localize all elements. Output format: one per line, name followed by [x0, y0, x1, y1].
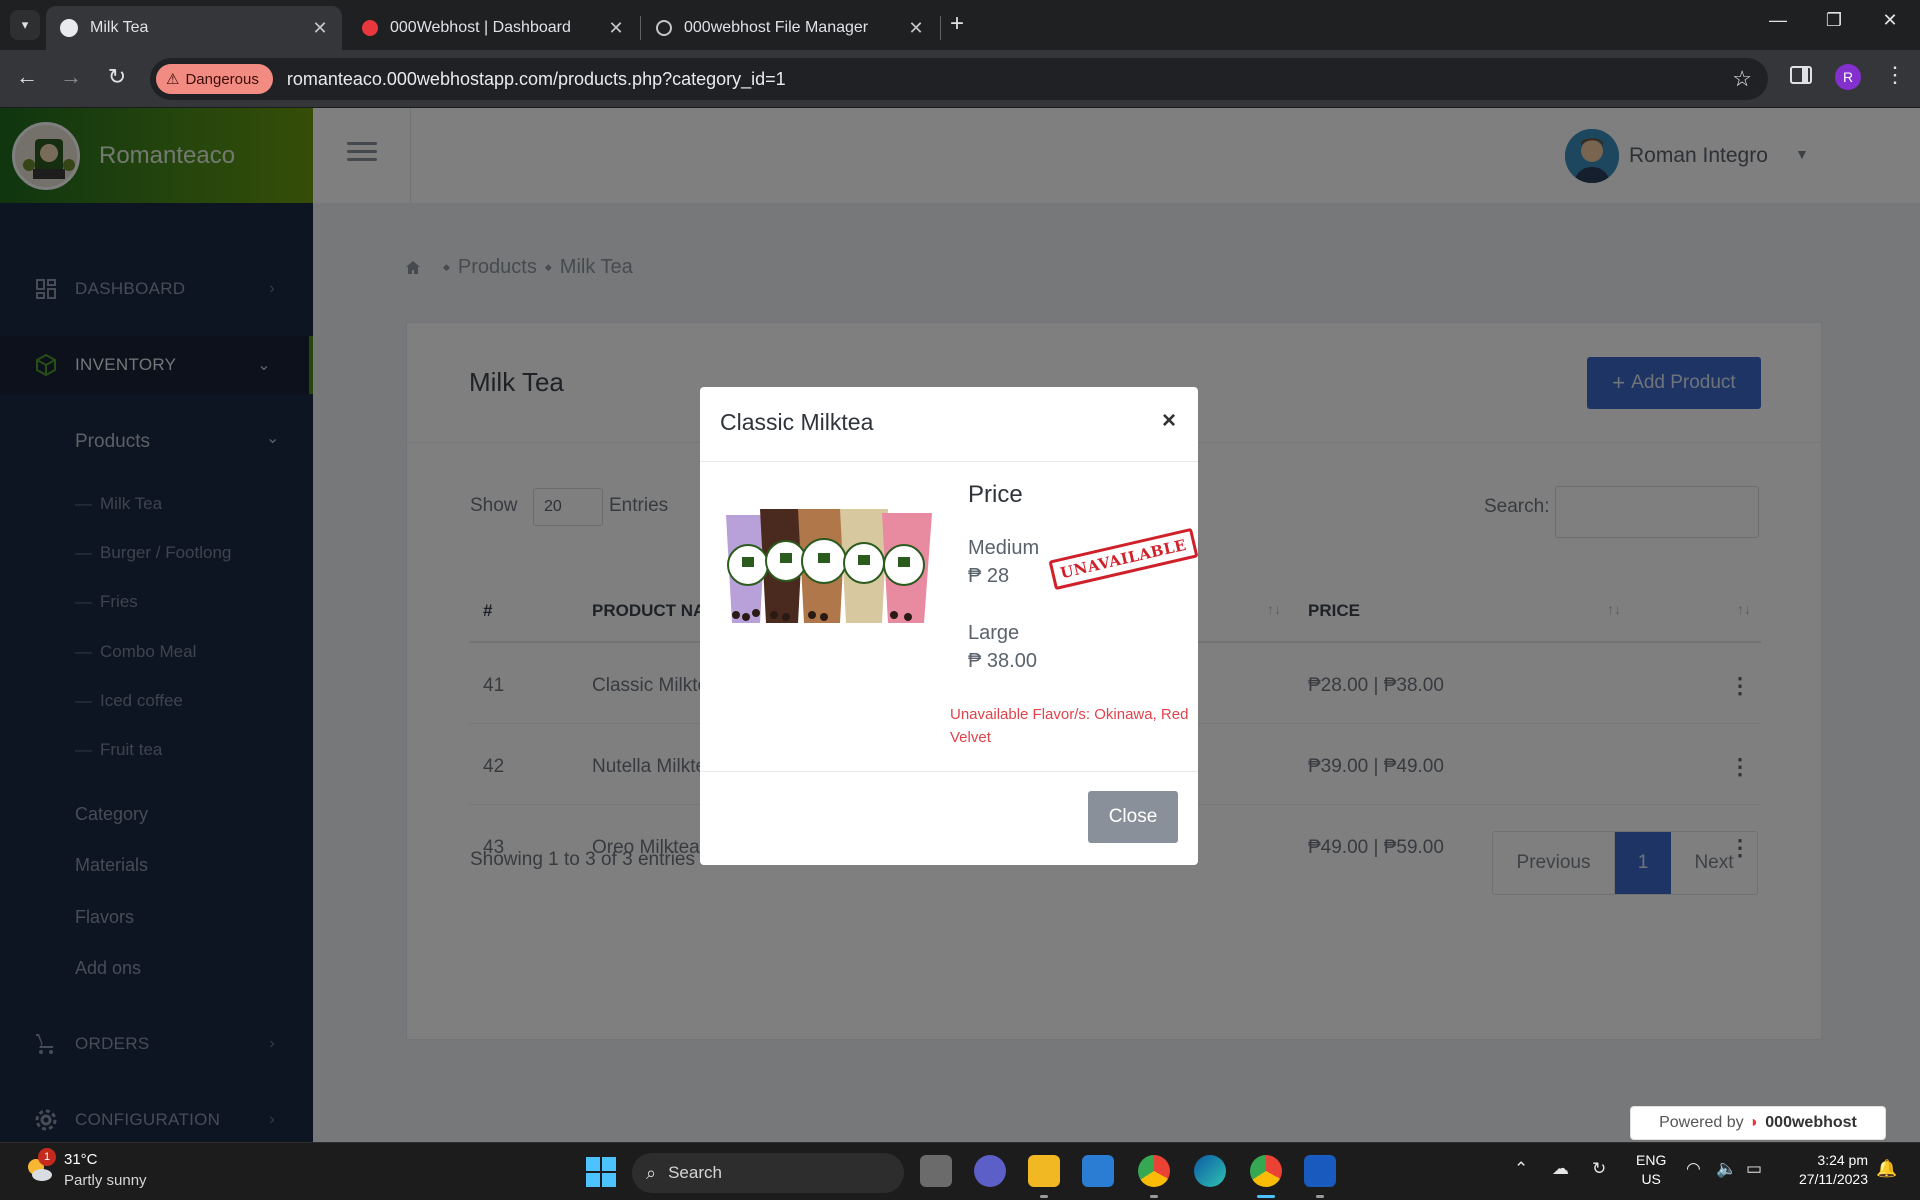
divider [700, 461, 1198, 462]
microsoft-store-icon[interactable] [1082, 1155, 1114, 1187]
tab-separator [940, 16, 941, 40]
address-bar[interactable]: ⚠ Dangerous romanteaco.000webhostapp.com… [150, 58, 1768, 100]
powered-by-badge[interactable]: Powered by ◗ 000webhost [1630, 1106, 1886, 1140]
show-hidden-icons-icon[interactable]: ⌃ [1514, 1159, 1528, 1179]
tab-search-button[interactable]: ▾ [10, 10, 40, 40]
size-large-label: Large [968, 622, 1020, 644]
browser-tab-strip: ▾ Milk Tea ✕ 000Webhost | Dashboard ✕ 00… [0, 0, 1920, 50]
product-detail-modal: Classic Milktea × Price Medium ₱ 28 UNAV… [700, 387, 1199, 865]
forward-icon[interactable]: → [56, 64, 86, 90]
000webhost-logo-icon: ◗ [1749, 1114, 1760, 1131]
weather-badge: 1 [38, 1148, 56, 1166]
browser-toolbar: ← → ↻ ⚠ Dangerous romanteaco.000webhosta… [0, 50, 1920, 108]
globe-favicon-icon [656, 20, 672, 36]
teams-chat-icon[interactable] [974, 1155, 1006, 1187]
url-text[interactable]: romanteaco.000webhostapp.com/products.ph… [287, 69, 786, 90]
warning-icon: ⚠ [166, 71, 180, 88]
minimize-icon[interactable]: — [1758, 10, 1798, 31]
globe-favicon-icon [60, 19, 78, 37]
word-icon[interactable] [1304, 1155, 1336, 1187]
tab-000webhost-dashboard[interactable]: 000Webhost | Dashboard ✕ [348, 6, 638, 50]
clock[interactable]: 3:24 pm 27/11/2023 [1786, 1151, 1868, 1189]
close-tab-icon[interactable]: ✕ [904, 18, 928, 39]
sync-icon[interactable]: ↻ [1592, 1159, 1606, 1179]
tab-file-manager[interactable]: 000webhost File Manager ✕ [642, 6, 938, 50]
close-window-icon[interactable]: ✕ [1870, 10, 1910, 31]
running-indicator [1040, 1195, 1048, 1198]
tab-title: 000webhost File Manager [684, 19, 869, 36]
search-placeholder: Search [668, 1163, 722, 1182]
task-view-icon[interactable] [920, 1155, 952, 1187]
running-indicator [1316, 1195, 1324, 1198]
battery-icon[interactable]: ▭ [1746, 1159, 1762, 1179]
security-label: Dangerous [185, 70, 259, 88]
chrome-icon[interactable] [1138, 1155, 1170, 1187]
modal-title: Classic Milktea [720, 409, 874, 435]
notification-bell-icon[interactable]: 🔔 [1876, 1159, 1897, 1179]
browser-menu-icon[interactable]: ⋮ [1884, 62, 1906, 88]
unavailable-flavors-note: Unavailable Flavor/s: Okinawa, Red Velve… [950, 706, 1189, 746]
running-indicator [1257, 1195, 1275, 1198]
language-indicator[interactable]: ENG US [1636, 1151, 1666, 1189]
onedrive-icon[interactable]: ☁ [1552, 1159, 1569, 1179]
size-medium-price: ₱ 28 [968, 565, 1010, 587]
profile-avatar[interactable]: R [1835, 64, 1861, 90]
product-image [712, 505, 946, 625]
file-explorer-icon[interactable] [1028, 1155, 1060, 1187]
unavailable-stamp: UNAVAILABLE [1048, 527, 1199, 591]
web-page: Romanteaco DASHBOARD › INVENTORY ⌄ Produ… [0, 108, 1920, 1142]
powered-prefix: Powered by [1659, 1114, 1744, 1131]
000webhost-favicon-icon [362, 20, 378, 36]
weather-temperature[interactable]: 31°C [64, 1151, 98, 1168]
weather-condition[interactable]: Partly sunny [64, 1172, 147, 1189]
close-tab-icon[interactable]: ✕ [604, 18, 628, 39]
running-indicator [1150, 1195, 1158, 1198]
tab-title: 000Webhost | Dashboard [390, 19, 571, 36]
tab-milk-tea[interactable]: Milk Tea ✕ [46, 6, 342, 50]
back-icon[interactable]: ← [12, 64, 42, 90]
tab-title: Milk Tea [90, 19, 149, 36]
powered-brand: 000webhost [1765, 1114, 1857, 1131]
edge-icon[interactable] [1194, 1155, 1226, 1187]
site-security-chip[interactable]: ⚠ Dangerous [156, 64, 273, 94]
taskbar-search[interactable]: ⌕ Search [632, 1153, 904, 1193]
price-heading: Price [968, 481, 1023, 508]
new-tab-button[interactable]: + [950, 12, 964, 36]
chrome-profile-icon[interactable] [1250, 1155, 1282, 1187]
reload-icon[interactable]: ↻ [102, 64, 132, 90]
close-tab-icon[interactable]: ✕ [308, 18, 332, 39]
bookmark-star-icon[interactable]: ☆ [1732, 66, 1752, 92]
taskbar: 1 31°C Partly sunny ⌕ Search ⌃ ☁ ↻ ENG U… [0, 1142, 1920, 1200]
close-button[interactable]: Close [1088, 791, 1178, 843]
side-panel-icon[interactable] [1790, 66, 1812, 84]
modal-close-icon[interactable]: × [1162, 407, 1176, 435]
windows-start-icon[interactable] [586, 1157, 616, 1187]
volume-icon[interactable]: 🔈 [1716, 1159, 1737, 1179]
size-medium-label: Medium [968, 537, 1040, 559]
search-icon: ⌕ [646, 1162, 657, 1183]
size-large-price: ₱ 38.00 [968, 650, 1037, 672]
wifi-icon[interactable]: ◠ [1686, 1159, 1701, 1179]
tab-separator [640, 16, 641, 40]
divider [700, 771, 1198, 772]
restore-icon[interactable]: ❐ [1814, 10, 1854, 31]
